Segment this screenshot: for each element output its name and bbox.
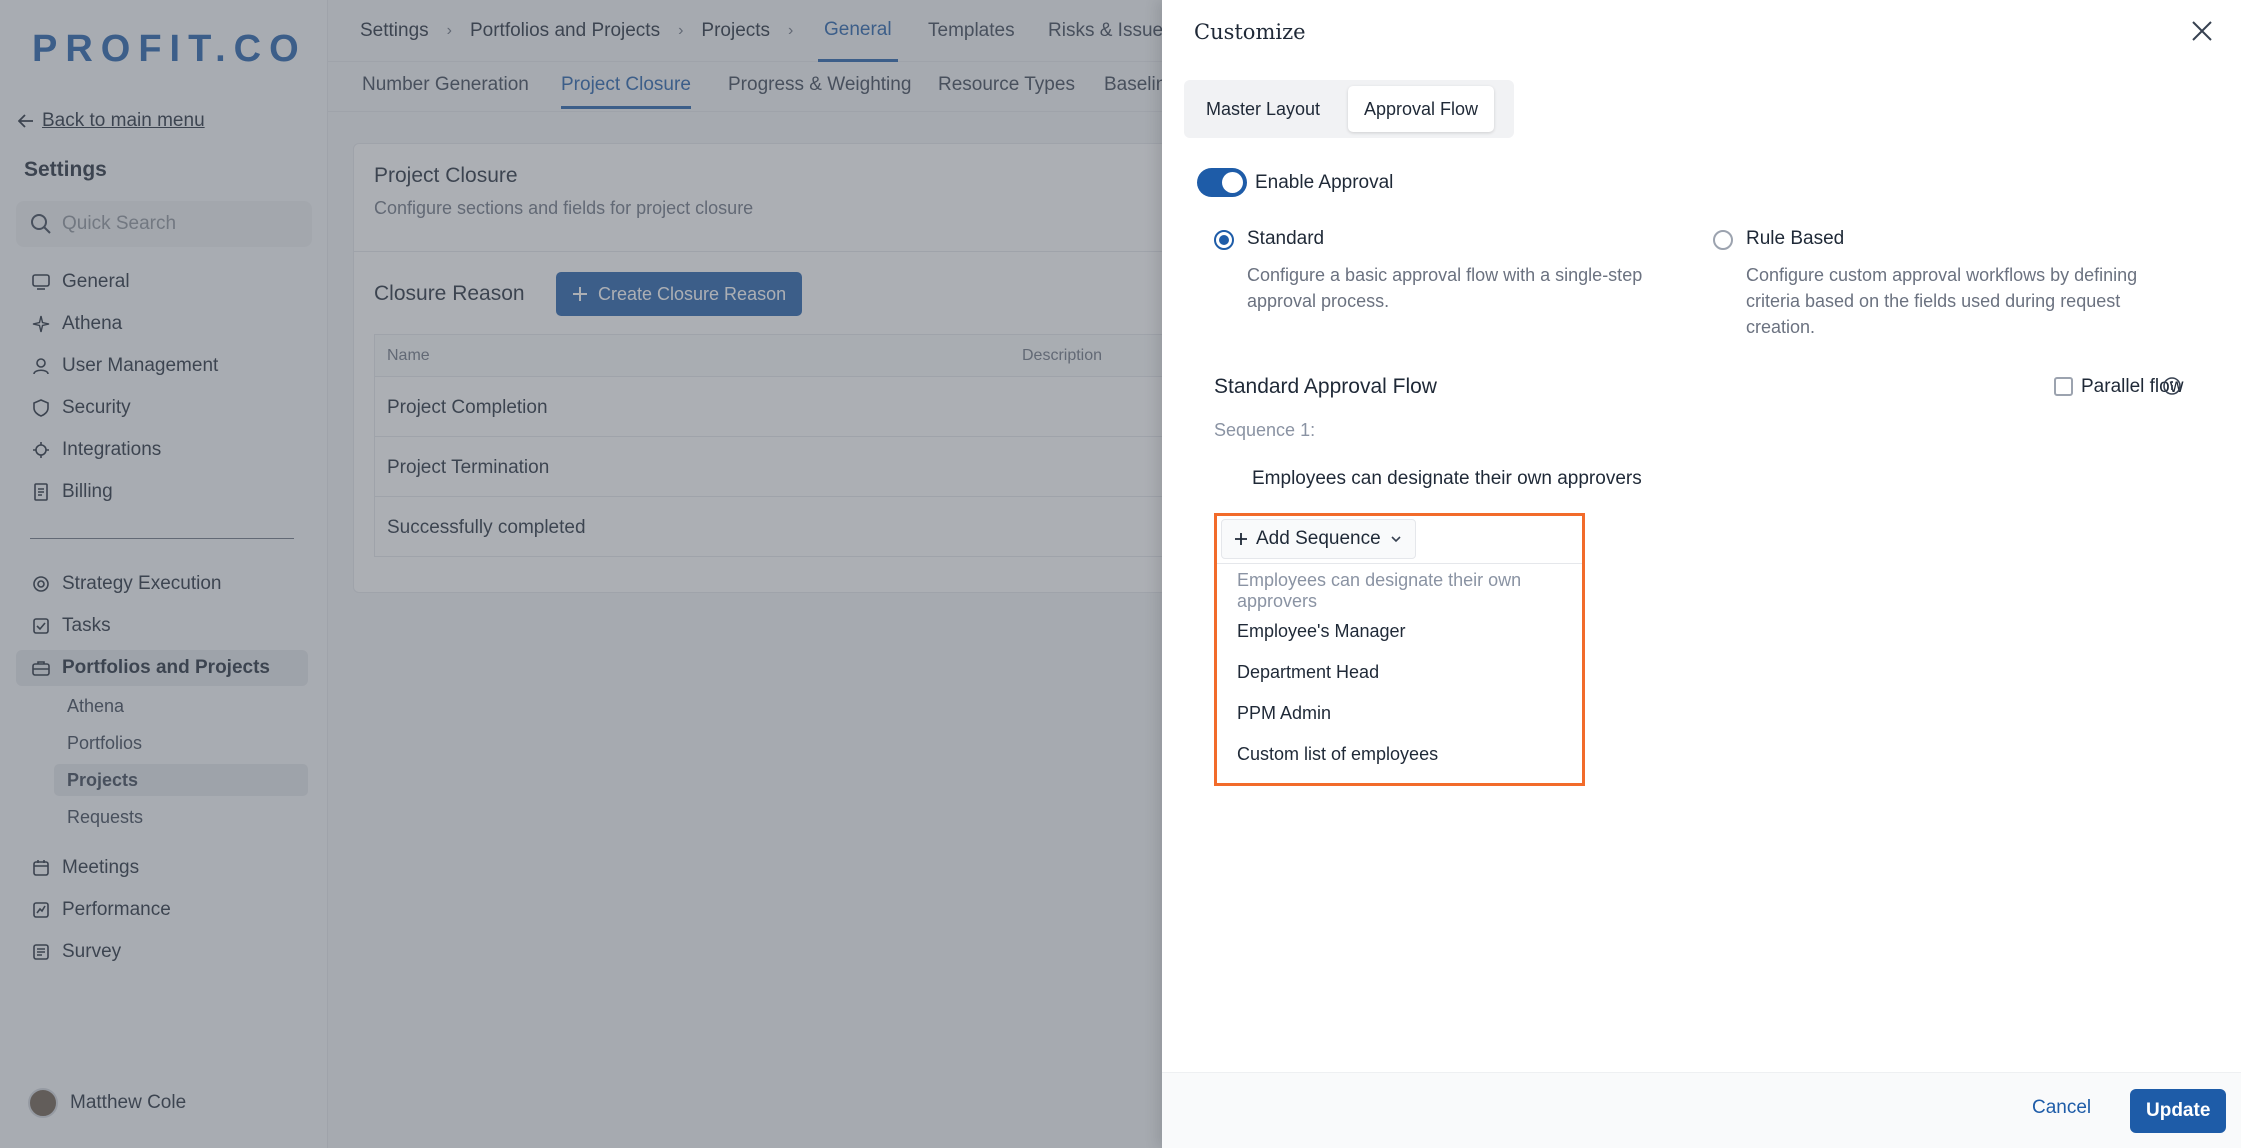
info-icon[interactable]	[2162, 376, 2182, 396]
standard-description: Configure a basic approval flow with a s…	[1247, 265, 1643, 311]
close-button[interactable]	[2188, 18, 2216, 46]
customize-drawer: Customize Master Layout Approval Flow En…	[1162, 0, 2241, 1148]
standard-title: Standard	[1247, 228, 1325, 249]
drawer-footer: Cancel Update	[1162, 1072, 2241, 1148]
close-icon	[2192, 20, 2212, 41]
standard-radio[interactable]	[1214, 230, 1234, 250]
customize-tabs: Master Layout Approval Flow	[1184, 80, 1514, 138]
standard-approval-flow-title: Standard Approval Flow	[1214, 375, 1437, 398]
enable-approval-label: Enable Approval	[1255, 172, 1394, 193]
add-sequence-label: Add Sequence	[1256, 528, 1381, 549]
rule-based-title: Rule Based	[1746, 228, 1845, 249]
rule-based-radio[interactable]	[1713, 230, 1733, 250]
add-sequence-button[interactable]: Add Sequence	[1221, 519, 1416, 559]
menu-item-self-designate: Employees can designate their own approv…	[1237, 569, 1522, 611]
menu-item-ppm-admin[interactable]: PPM Admin	[1217, 693, 1582, 734]
enable-approval-toggle[interactable]	[1197, 168, 1247, 197]
add-sequence-dropdown: Add Sequence Employees can designate the…	[1214, 513, 1585, 786]
sequence-label: Sequence 1:	[1214, 420, 1316, 440]
update-button[interactable]: Update	[2130, 1089, 2227, 1133]
menu-item-department-head[interactable]: Department Head	[1217, 652, 1582, 693]
menu-item-custom-list[interactable]: Custom list of employees	[1217, 734, 1582, 775]
tab-master-layout[interactable]: Master Layout	[1190, 86, 1336, 132]
menu-item-employees-manager[interactable]: Employee's Manager	[1217, 611, 1582, 652]
cancel-button[interactable]: Cancel	[2032, 1097, 2091, 1119]
modal-backdrop[interactable]	[0, 0, 1162, 1148]
plus-icon	[1235, 533, 1247, 545]
chevron-down-icon	[1391, 536, 1401, 543]
tab-approval-flow[interactable]: Approval Flow	[1348, 86, 1495, 132]
parallel-flow-checkbox[interactable]	[2054, 377, 2073, 396]
sequence-options-menu: Employees can designate their own approv…	[1217, 563, 1582, 775]
drawer-title: Customize	[1194, 20, 1306, 44]
rule-based-description: Configure custom approval workflows by d…	[1746, 265, 2138, 337]
sequence-value: Employees can designate their own approv…	[1252, 468, 1642, 489]
